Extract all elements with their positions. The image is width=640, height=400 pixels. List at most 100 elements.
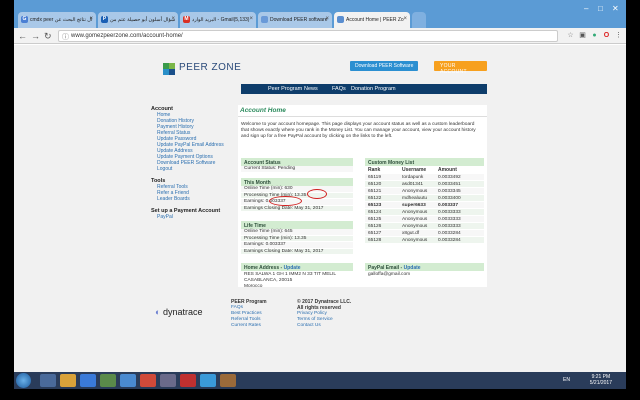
page-viewport: PEER ZONE Download PEER Software YOUR AC…: [14, 45, 626, 372]
forward-icon[interactable]: →: [31, 30, 40, 42]
opera-icon[interactable]: O: [602, 31, 611, 40]
tab-1[interactable]: G cmdx peer ال نتائج البحث عن ×: [18, 12, 96, 28]
nav-news[interactable]: News: [304, 86, 318, 92]
extension-icon[interactable]: ▣: [578, 31, 587, 40]
month-closing-date: Earnings Closing Date: May 31, 2017: [241, 205, 353, 213]
minimize-icon[interactable]: –: [584, 4, 588, 13]
close-icon[interactable]: ×: [89, 16, 93, 22]
annotation-circle: [269, 196, 302, 206]
letterbox-bottom: [14, 389, 626, 400]
url-input[interactable]: ⓘ www.gomezpeerzone.com/account-home/: [58, 30, 558, 42]
page-info-icon[interactable]: ⓘ: [62, 32, 69, 42]
brand-name: PEER ZONE: [179, 62, 242, 73]
dynatrace-mark-icon: ◐: [155, 307, 161, 317]
browser-window: G cmdx peer ال نتائج البحث عن × P سؤال أ…: [14, 0, 626, 372]
app-icon-4[interactable]: [200, 374, 216, 387]
footer-current-rates[interactable]: Current Rates: [231, 323, 267, 329]
cell-rank: 65126: [368, 224, 382, 229]
tab-active[interactable]: Account Home | PEER Zo ×: [334, 12, 410, 28]
page-icon: [261, 16, 268, 23]
paypal-email-value: galloffa@gmail.com: [368, 272, 411, 277]
extension-icon-2[interactable]: ●: [590, 31, 599, 40]
account-status-heading: Account Status: [241, 158, 353, 166]
cell-rank: 65125: [368, 217, 382, 222]
maximize-icon[interactable]: □: [598, 4, 603, 13]
month-online-time: Online Time (min): 630: [241, 186, 353, 193]
money-list-row: 65123 super6633 0.003337: [365, 202, 484, 209]
app-icon-5[interactable]: [220, 374, 236, 387]
chrome-icon[interactable]: [120, 374, 136, 387]
nav-donation-program[interactable]: Donation Program: [351, 86, 396, 92]
cell-amount: 0.0033284: [438, 238, 461, 243]
peer-zone-logo[interactable]: PEER ZONE: [163, 61, 243, 79]
cell-amount: 0.0033284: [438, 231, 461, 236]
reload-icon[interactable]: ↻: [44, 30, 52, 42]
dynatrace-wordmark: dynatrace: [162, 307, 203, 317]
menu-icon[interactable]: ⋮: [614, 31, 623, 40]
app-icon-3[interactable]: [180, 374, 196, 387]
tab-4[interactable]: Download PEER software ×: [258, 12, 332, 28]
page-body: Account Home Donation History Payment Hi…: [151, 105, 487, 289]
update-paypal-link[interactable]: Update: [404, 265, 421, 271]
app-icon[interactable]: [100, 374, 116, 387]
your-account-button[interactable]: YOUR ACCOUNT: [434, 61, 487, 75]
download-software-button[interactable]: Download PEER Software: [350, 61, 419, 71]
address-bar: ← → ↻ ⓘ www.gomezpeerzone.com/account-ho…: [14, 28, 626, 44]
new-tab-button[interactable]: [412, 12, 426, 28]
tab-label: cmdx peer ال نتائج البحث عن: [30, 17, 93, 23]
back-icon[interactable]: ←: [18, 30, 27, 42]
money-list-row: 65124 Anonymous 0.0033333: [365, 209, 484, 216]
paypal-email-panel: PayPal Email - Update galloffa@gmail.com: [365, 263, 484, 279]
gmail-icon: M: [183, 16, 190, 23]
tab-label: البريد الوارد - Gmail(5,133): [192, 17, 250, 23]
cell-amount: 0.0033345: [438, 189, 461, 194]
windows-taskbar: EN 9:21 PM 5/21/2017: [14, 372, 626, 389]
cell-amount: 0.0033451: [438, 182, 461, 187]
cell-username: asd01341: [402, 182, 424, 187]
this-month-heading: This Month: [241, 178, 353, 186]
col-rank: Rank: [368, 167, 381, 173]
money-list-row: 65120 asd01341 0.0033451: [365, 181, 484, 188]
close-icon[interactable]: ×: [171, 16, 175, 22]
tab-3[interactable]: M البريد الوارد - Gmail(5,133) ×: [180, 12, 256, 28]
opera-taskbar-icon[interactable]: [140, 374, 156, 387]
life-time-panel: Life Time Online Time (min): 645 Process…: [241, 221, 353, 256]
cell-username: tordapunk: [402, 175, 424, 180]
language-indicator[interactable]: EN: [563, 377, 570, 383]
col-amount: Amount: [438, 167, 457, 173]
cell-rank: 65123: [368, 203, 382, 208]
tab-2[interactable]: P سؤال أسلون أبو حصيلة عتم من ×: [98, 12, 178, 28]
money-list-row: 65127 x8gut.df 0.0033284: [365, 230, 484, 237]
media-icon[interactable]: [80, 374, 96, 387]
home-address-title: Home Address: [244, 265, 280, 271]
leftnav-paypal[interactable]: PayPal: [157, 214, 226, 220]
ie-icon[interactable]: [40, 374, 56, 387]
life-earnings: Earnings: 0.003337: [241, 242, 353, 249]
update-address-link[interactable]: Update: [284, 265, 301, 271]
google-icon: G: [21, 16, 28, 23]
cell-amount: 0.0033333: [438, 224, 461, 229]
page-title: Account Home: [238, 105, 487, 117]
app-icon-2[interactable]: [160, 374, 176, 387]
start-button[interactable]: [16, 373, 31, 388]
clock[interactable]: 9:21 PM 5/21/2017: [590, 374, 612, 386]
money-list-row: 65122 mdhealuutu 0.0033400: [365, 195, 484, 202]
money-list-row: 65119 tordapunk 0.0033492: [365, 174, 484, 181]
cell-amount: 0.0033333: [438, 217, 461, 222]
life-time-heading: Life Time: [241, 221, 353, 229]
clock-date: 5/21/2017: [589, 380, 612, 386]
cell-rank: 65128: [368, 238, 382, 243]
folder-icon[interactable]: [60, 374, 76, 387]
close-window-icon[interactable]: ✕: [612, 4, 619, 13]
footer-contact[interactable]: Contact Us: [297, 323, 351, 329]
nav-peer-program[interactable]: Peer Program: [268, 86, 302, 92]
cell-username: Anonymous: [402, 238, 428, 243]
annotation-circle: [307, 189, 327, 199]
close-icon[interactable]: ×: [249, 16, 253, 22]
star-icon[interactable]: ☆: [566, 31, 575, 40]
letterbox-left: [0, 0, 14, 400]
close-icon[interactable]: ×: [325, 16, 329, 22]
close-icon[interactable]: ×: [403, 16, 407, 22]
main-nav: Peer Program News FAQs Donation Program: [241, 84, 487, 94]
nav-faqs[interactable]: FAQs: [332, 86, 346, 92]
